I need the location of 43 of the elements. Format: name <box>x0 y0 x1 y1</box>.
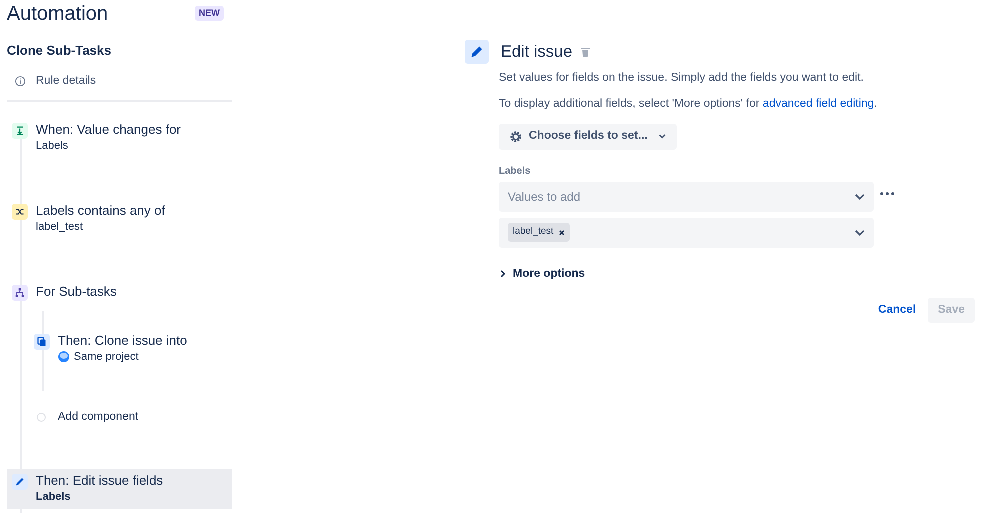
chevron-right-icon <box>499 270 507 278</box>
rule-step[interactable]: Then: Edit issue fields Labels <box>7 468 232 509</box>
pencil-icon <box>465 40 489 64</box>
labels-select[interactable]: label_test <box>499 218 874 248</box>
info-icon <box>15 76 26 87</box>
field-label: Labels <box>499 164 532 178</box>
rule-step[interactable]: For Sub-tasks <box>7 280 232 305</box>
new-tag: NEW <box>195 6 224 22</box>
more-options-toggle[interactable]: More options <box>499 266 586 283</box>
rule-step[interactable]: Then: Clone issue into Same project <box>29 328 232 369</box>
add-dot <box>37 412 46 422</box>
step-title: When: Value changes for <box>36 122 182 138</box>
rule-details-link[interactable]: Rule details <box>36 72 96 90</box>
step-detail: Labels <box>36 490 72 505</box>
step-title: Labels contains any of <box>36 202 166 219</box>
pencil-icon <box>12 474 28 490</box>
step-detail: Labels <box>36 138 70 154</box>
label-tag[interactable]: label_test <box>508 223 570 242</box>
step-title: For Sub-tasks <box>36 284 117 300</box>
more-icon[interactable] <box>880 192 895 196</box>
rule-step[interactable]: Add component <box>29 404 232 429</box>
field-editing-link[interactable]: advanced field editing <box>762 98 874 110</box>
shuffle-icon <box>12 204 28 220</box>
remove-icon[interactable] <box>558 230 565 236</box>
cancel-button[interactable]: Cancel <box>870 298 924 323</box>
step-detail: label_test <box>36 220 84 235</box>
rule-name: Clone Sub-Tasks <box>7 42 113 60</box>
hint-text: To display additional fields, select 'More options' for advanced field editing. <box>499 97 878 112</box>
choose-fields-button[interactable]: Choose fields to set... <box>499 124 677 150</box>
step-detail: Same project <box>74 350 139 365</box>
gear-icon <box>509 130 523 144</box>
copy-icon <box>34 334 50 350</box>
step-title: Then: Clone issue into <box>58 332 188 349</box>
step-title: Then: Edit issue fields <box>36 472 164 489</box>
chevron-down-icon <box>658 132 667 142</box>
hierarchy-icon <box>12 284 28 301</box>
panel-title: Edit issue <box>501 42 573 63</box>
trigger-icon <box>12 122 28 139</box>
description: Set values for fields on the issue. Simply add the fields you want to edit. <box>499 70 866 86</box>
rule-step[interactable]: When: Value changes for Labels <box>7 118 232 158</box>
app-title: Automation <box>7 2 108 27</box>
rule-step[interactable]: Labels contains any of label_test <box>7 198 232 239</box>
step-title: Add component <box>58 410 139 425</box>
